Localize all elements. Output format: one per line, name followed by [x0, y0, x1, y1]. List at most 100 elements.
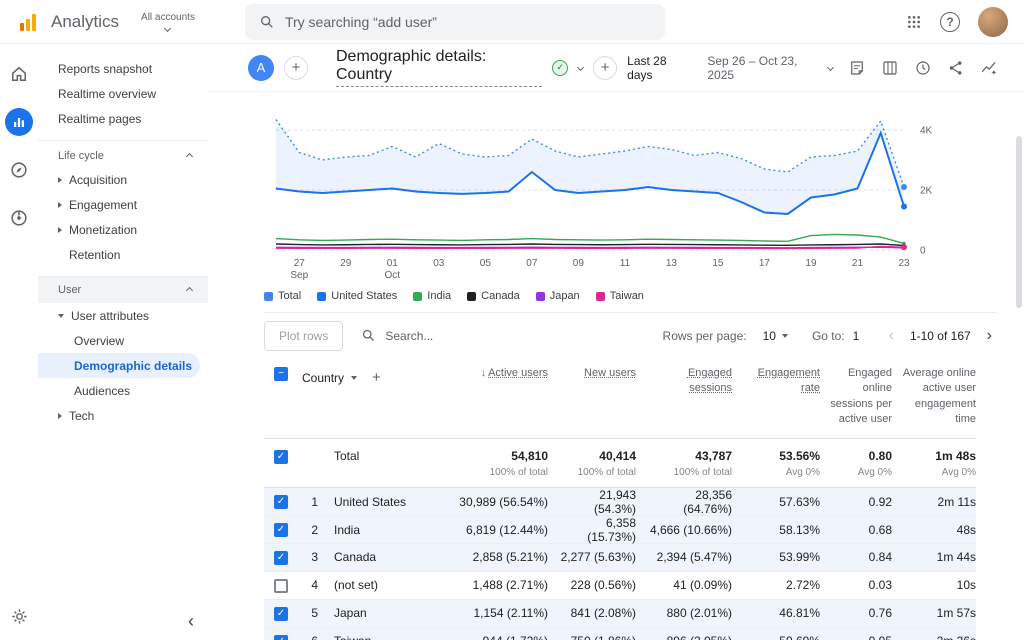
account-switcher[interactable]: All accounts: [141, 12, 195, 31]
row-metric-value: 28,356 (64.76%): [636, 488, 732, 516]
column-header-active-users[interactable]: ↓Active users: [440, 366, 548, 381]
nav-item-tech[interactable]: Tech: [38, 403, 200, 428]
note-icon[interactable]: [848, 59, 866, 77]
add-comparison-icon[interactable]: +: [284, 56, 308, 80]
nav-label: Overview: [74, 334, 124, 348]
global-search[interactable]: [245, 4, 665, 40]
top-app-bar: Analytics All accounts ?: [0, 0, 1024, 44]
nav-section-user[interactable]: User: [38, 276, 208, 303]
advertising-icon[interactable]: [5, 204, 33, 232]
nav-item-overview[interactable]: Overview: [38, 328, 200, 353]
nav-label: Tech: [69, 409, 94, 423]
nav-item-user-attributes[interactable]: User attributes: [38, 303, 200, 328]
row-metric-value: 0.95: [820, 634, 892, 640]
table-row[interactable]: 4(not set)1,488 (2.71%)228 (0.56%)41 (0.…: [264, 572, 976, 600]
nav-item-demographic-details[interactable]: Demographic details: [38, 353, 200, 378]
table-controls: Plot rows Rows per page: 10 Go to: ‹ 1-1…: [264, 312, 998, 358]
svg-text:19: 19: [805, 258, 817, 269]
report-header: A + Demographic details: Country ✓ + Las…: [208, 44, 1024, 92]
row-metric-value: 2m 11s: [892, 495, 976, 509]
total-row-checkbox[interactable]: ✓: [274, 450, 288, 464]
select-all-checkbox[interactable]: −: [274, 367, 288, 381]
row-checkbox[interactable]: [274, 579, 288, 593]
column-header-new-users[interactable]: New users: [548, 366, 636, 381]
nav-item-realtime-pages[interactable]: Realtime pages: [38, 106, 200, 131]
table-search[interactable]: [361, 328, 515, 343]
user-avatar[interactable]: [978, 7, 1008, 37]
legend-item[interactable]: Total: [264, 290, 301, 302]
search-icon: [259, 14, 275, 30]
nav-item-retention[interactable]: Retention: [38, 242, 200, 267]
row-checkbox[interactable]: ✓: [274, 551, 288, 565]
legend-item[interactable]: United States: [317, 290, 397, 302]
next-page-icon[interactable]: ›: [981, 327, 998, 345]
column-header-avg-engagement-time[interactable]: Average online active user engagement ti…: [892, 366, 976, 428]
column-header-engaged-sessions-per-user[interactable]: Engaged online sessions per active user: [820, 366, 892, 428]
legend-item[interactable]: Canada: [467, 290, 520, 302]
report-title[interactable]: Demographic details: Country: [336, 48, 542, 87]
nav-item-monetization[interactable]: Monetization: [38, 217, 200, 242]
add-dimension-icon[interactable]: +: [372, 369, 381, 386]
go-to-input[interactable]: [853, 329, 875, 343]
plot-rows-button[interactable]: Plot rows: [264, 321, 343, 351]
row-metric-value: 2,394 (5.47%): [636, 550, 732, 564]
row-checkbox[interactable]: ✓: [274, 523, 288, 537]
chevron-down-icon[interactable]: [577, 64, 584, 71]
legend-marker: [467, 292, 476, 301]
table-row[interactable]: ✓3Canada2,858 (5.21%)2,277 (5.63%)2,394 …: [264, 544, 976, 572]
legend-item[interactable]: Taiwan: [596, 290, 644, 302]
account-switcher-label: All accounts: [141, 12, 195, 23]
column-header-engagement-rate[interactable]: Engagement rate: [732, 366, 820, 397]
row-metric-value: 41 (0.09%): [636, 578, 732, 592]
compare-columns-icon[interactable]: [881, 59, 899, 77]
row-metric-value: 944 (1.72%): [440, 634, 548, 640]
date-range-picker[interactable]: Sep 26 – Oct 23, 2025: [707, 54, 833, 82]
trend-chart[interactable]: 02K4K27Sep2901Oct0305070911131517192123: [264, 100, 964, 288]
search-input[interactable]: [285, 14, 651, 30]
column-header-engaged-sessions[interactable]: Engaged sessions: [636, 366, 732, 397]
legend-marker: [596, 292, 605, 301]
nav-item-acquisition[interactable]: Acquisition: [38, 167, 200, 192]
share-icon[interactable]: [947, 59, 965, 77]
comparison-avatar[interactable]: A: [248, 55, 274, 81]
nav-item-reports-snapshot[interactable]: Reports snapshot: [38, 56, 200, 81]
previous-page-icon[interactable]: ‹: [883, 327, 900, 345]
settings-gear-icon[interactable]: [10, 607, 29, 626]
nav-item-engagement[interactable]: Engagement: [38, 192, 200, 217]
table-row[interactable]: ✓6Taiwan944 (1.72%)750 (1.86%)896 (2.05%…: [264, 628, 976, 640]
table-search-input[interactable]: [385, 329, 515, 343]
dimension-selector[interactable]: Country +: [298, 369, 440, 386]
rows-per-page-value: 10: [763, 329, 776, 343]
table-row[interactable]: ✓2India6,819 (12.44%)6,358 (15.73%)4,666…: [264, 516, 976, 544]
row-rank: 5: [298, 606, 322, 620]
insights-icon[interactable]: [980, 59, 998, 77]
nav-section-life-cycle[interactable]: Life cycle: [38, 140, 208, 167]
nav-item-realtime-overview[interactable]: Realtime overview: [38, 81, 200, 106]
row-checkbox[interactable]: ✓: [274, 607, 288, 621]
row-metric-value: 1m 57s: [892, 606, 976, 620]
chevron-down-icon: [782, 334, 788, 338]
apps-grid-icon[interactable]: [906, 14, 922, 30]
row-checkbox-cell: [264, 578, 298, 593]
collapse-nav-icon[interactable]: ‹: [188, 611, 194, 632]
explore-icon[interactable]: [5, 156, 33, 184]
clock-icon[interactable]: [914, 59, 932, 77]
table-row[interactable]: ✓5Japan1,154 (2.11%)841 (2.08%)880 (2.01…: [264, 600, 976, 628]
chevron-down-icon: [827, 64, 834, 71]
vertical-scrollbar[interactable]: [1016, 136, 1022, 308]
nav-label: Acquisition: [69, 173, 127, 187]
row-checkbox[interactable]: ✓: [274, 635, 288, 640]
legend-label: Japan: [550, 290, 580, 302]
help-icon[interactable]: ?: [940, 12, 960, 32]
legend-item[interactable]: India: [413, 290, 451, 302]
home-icon[interactable]: [5, 60, 33, 88]
add-metric-icon[interactable]: +: [593, 56, 617, 80]
table-row[interactable]: ✓1United States30,989 (56.54%)21,943 (54…: [264, 488, 976, 516]
report-nav-panel: Reports snapshot Realtime overview Realt…: [38, 44, 208, 640]
nav-item-audiences[interactable]: Audiences: [38, 378, 200, 403]
rows-per-page-select[interactable]: 10: [763, 329, 788, 343]
reports-icon[interactable]: [5, 108, 33, 136]
row-checkbox[interactable]: ✓: [274, 495, 288, 509]
legend-item[interactable]: Japan: [536, 290, 580, 302]
data-quality-check-icon[interactable]: ✓: [552, 60, 568, 76]
